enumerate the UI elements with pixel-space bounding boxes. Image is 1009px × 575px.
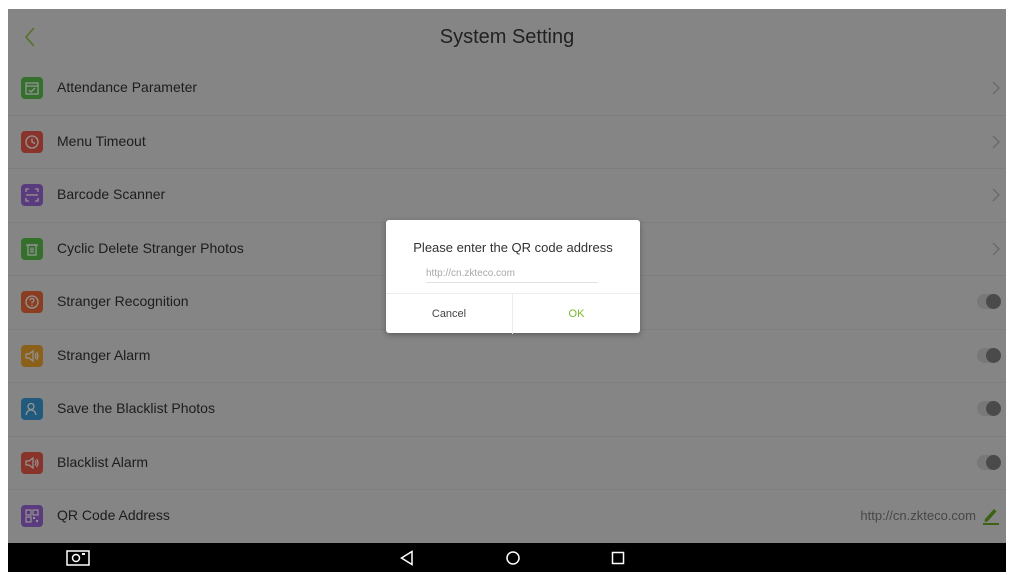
recents-square-icon[interactable] (611, 551, 625, 570)
qr-address-dialog: Please enter the QR code address Cancel … (386, 220, 640, 334)
navigation-bar (8, 543, 1006, 572)
cancel-button[interactable]: Cancel (386, 294, 513, 334)
home-circle-icon[interactable] (505, 550, 521, 571)
camera-icon[interactable] (66, 549, 90, 571)
dialog-title: Please enter the QR code address (413, 240, 613, 255)
back-triangle-icon[interactable] (400, 550, 414, 571)
ok-button[interactable]: OK (513, 294, 640, 334)
screen: System Setting Attendance Parameter Menu… (8, 9, 1006, 572)
dialog-button-bar: Cancel OK (386, 293, 640, 334)
qr-address-input[interactable] (426, 265, 598, 283)
